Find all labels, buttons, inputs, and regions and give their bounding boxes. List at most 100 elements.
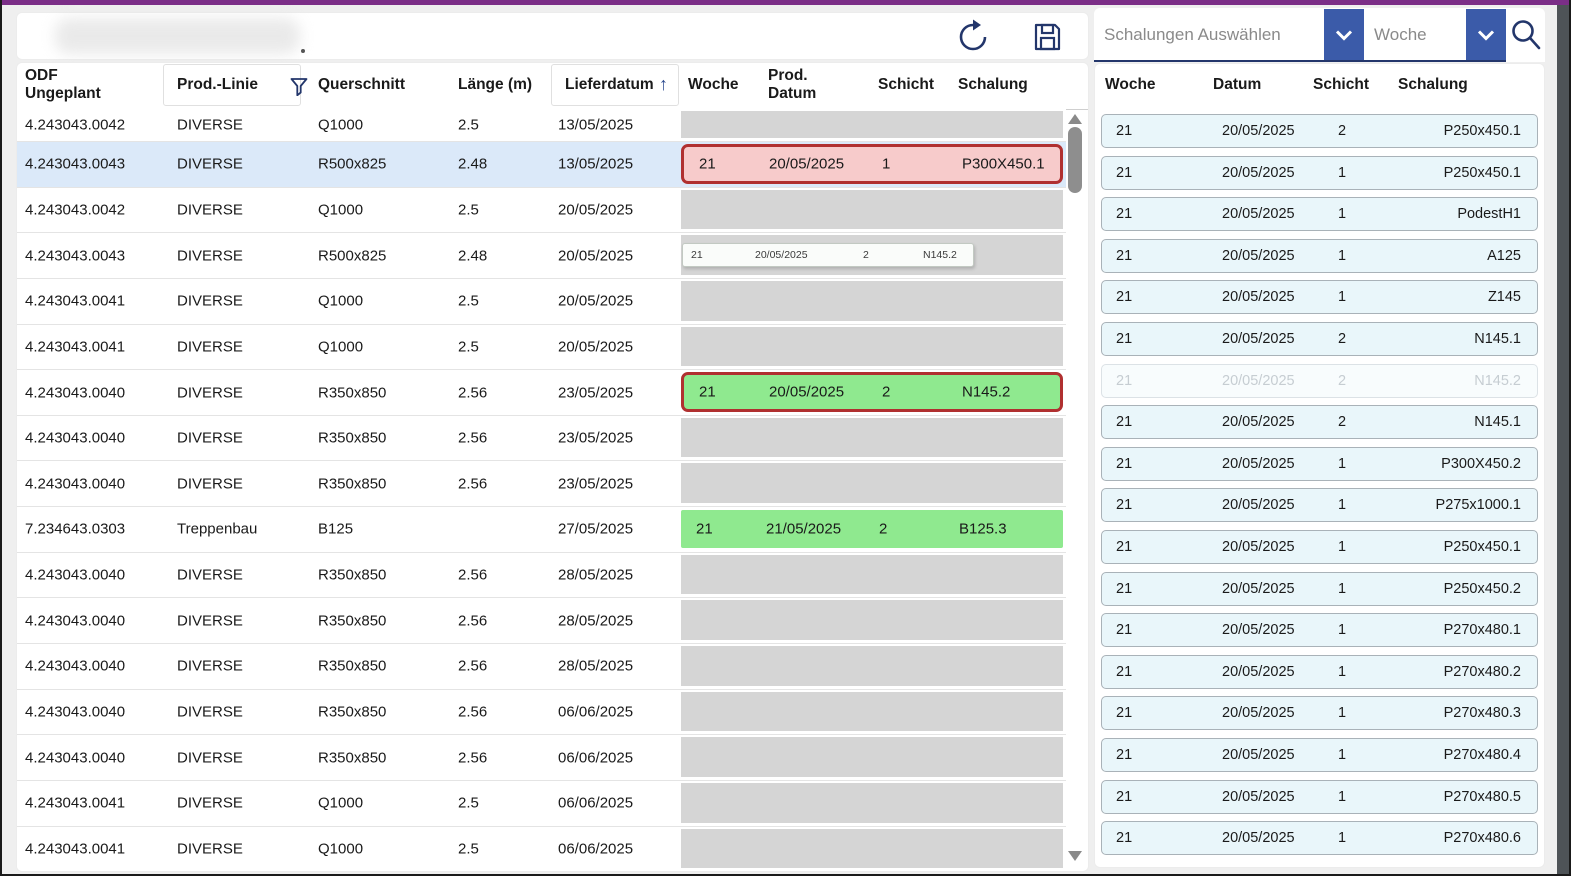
card-datum: 20/05/2025 [1222,247,1295,264]
col-header-lieferdatum[interactable]: Lieferdatum [565,76,654,94]
col-header-prod-linie[interactable]: Prod.-Linie [177,76,258,94]
planned-schalung-card[interactable]: 21 20/05/2025 1 P250x450.1 [1101,529,1538,564]
plan-cell[interactable] [681,111,1063,138]
table-row[interactable]: 4.243043.0041 DIVERSE Q1000 2.5 20/05/20… [17,324,1066,371]
plan-cell[interactable] [681,782,1063,823]
left-table-scrollbar[interactable] [1065,109,1085,871]
woche-dropdown-button[interactable] [1466,9,1506,60]
cell-odf: 4.243043.0041 [25,338,126,356]
plan-cell[interactable] [681,463,1063,504]
window-right-scrollbar-track[interactable] [1557,5,1569,874]
plan-cell[interactable] [681,737,1063,777]
table-row[interactable]: 7.234643.0303 Treppenbau B125 27/05/2025… [17,507,1066,553]
table-row[interactable]: 4.243043.0040 DIVERSE R350x850 2.56 23/0… [17,415,1066,462]
table-row[interactable]: 4.243043.0040 DIVERSE R350x850 2.56 28/0… [17,644,1066,690]
table-row[interactable]: 4.243043.0042 DIVERSE Q1000 2.5 13/05/20… [17,109,1066,142]
plan-cell[interactable] [681,828,1063,869]
planned-schalung-card[interactable]: 21 20/05/2025 2 N145.1 [1101,321,1538,356]
planned-schalung-card[interactable]: 21 20/05/2025 2 P250x450.1 [1101,114,1538,148]
table-row[interactable]: 4.243043.0042 DIVERSE Q1000 2.5 20/05/20… [17,187,1066,234]
plan-cell[interactable]: 21 21/05/2025 2 B125.3 [681,510,1063,548]
refresh-button[interactable] [955,19,991,55]
plan-woche: 21 [699,155,716,173]
col-header-datum: Datum [1213,76,1262,93]
plan-cell[interactable] [681,600,1063,641]
table-row[interactable]: 4.243043.0040 DIVERSE R350x850 2.56 28/0… [17,552,1066,599]
cell-lieferdatum: 06/06/2025 [558,703,634,721]
planned-schalung-card[interactable]: 21 20/05/2025 1 P300X450.2 [1101,446,1538,481]
plan-cell[interactable]: 21 20/05/2025 1 P300X450.1 [681,144,1063,184]
plan-datum: 21/05/2025 [766,520,842,538]
planned-schalung-card[interactable]: 21 20/05/2025 1 P270x480.1 [1101,613,1538,648]
planned-schalung-card[interactable]: 21 20/05/2025 1 P270x480.6 [1101,821,1538,856]
col-header-querschnitt: Querschnitt [318,76,405,93]
save-button[interactable] [1029,19,1065,55]
plan-schalung: N145.2 [962,383,1011,401]
left-table-header: ODF Ungeplant Prod.-Linie Querschnitt Lä… [17,63,1088,110]
scrollbar-thumb[interactable] [1068,127,1082,193]
card-schalung: P270x480.2 [1443,663,1521,680]
plan-cell[interactable] [681,326,1063,367]
card-schalung: P250x450.1 [1443,123,1521,139]
planned-schalung-card[interactable]: 21 20/05/2025 1 P270x480.2 [1101,654,1538,689]
card-schalung: P270x480.6 [1443,830,1521,847]
planned-schalung-card[interactable]: 21 20/05/2025 1 P270x480.3 [1101,696,1538,731]
table-row[interactable]: 4.243043.0040 DIVERSE R350x850 2.56 06/0… [17,689,1066,736]
planned-schalung-card[interactable]: 21 20/05/2025 1 P270x480.4 [1101,737,1538,772]
planned-schalung-card[interactable]: 21 20/05/2025 1 P250x450.1 [1101,155,1538,190]
table-row[interactable]: 4.243043.0043 DIVERSE R500x825 2.48 13/0… [17,142,1066,188]
col-header-laenge: Länge (m) [458,76,533,93]
card-woche: 21 [1116,830,1133,847]
cell-odf: 4.243043.0041 [25,840,126,858]
table-row[interactable]: 4.243043.0041 DIVERSE Q1000 2.5 20/05/20… [17,278,1066,325]
plan-cell[interactable] [681,554,1063,595]
plan-cell[interactable]: 21 20/05/2025 2 N145.2 [681,372,1063,412]
cell-lieferdatum: 13/05/2025 [558,155,634,173]
cell-prod-linie: DIVERSE [177,703,243,721]
table-row[interactable]: 4.243043.0041 DIVERSE Q1000 2.5 06/06/20… [17,780,1066,827]
planned-schalung-card[interactable]: 21 20/05/2025 1 Z145 [1101,280,1538,315]
plan-cell[interactable] [681,417,1063,458]
card-schalung: P270x480.5 [1443,788,1521,805]
cell-laenge: 2.56 [458,749,488,767]
card-woche: 21 [1116,705,1133,722]
schalungen-dropdown-button[interactable] [1324,9,1364,60]
table-row[interactable]: 4.243043.0041 DIVERSE Q1000 2.5 06/06/20… [17,826,1066,871]
table-row[interactable]: 4.243043.0040 DIVERSE R350x850 2.56 06/0… [17,735,1066,781]
card-datum: 20/05/2025 [1222,123,1295,139]
card-schicht: 1 [1338,830,1347,847]
plan-cell[interactable] [681,691,1063,732]
planned-schalung-card[interactable]: 21 20/05/2025 1 P250x450.2 [1101,571,1538,606]
left-toolbar [16,12,1089,60]
planned-schalung-card[interactable]: 21 20/05/2025 1 PodestH1 [1101,197,1538,232]
cell-laenge: 2.56 [458,566,488,584]
scroll-up-arrow-icon[interactable] [1068,114,1082,124]
card-schicht: 1 [1338,206,1347,223]
planned-schalung-card[interactable]: 21 20/05/2025 1 P275x1000.1 [1101,488,1538,523]
card-datum: 20/05/2025 [1222,372,1295,389]
plan-schicht: 1 [882,155,891,173]
woche-select[interactable]: Woche [1374,25,1427,45]
planned-schalung-card[interactable]: 21 20/05/2025 1 P270x480.5 [1101,779,1538,814]
cell-querschnitt: Q1000 [318,840,364,858]
scroll-down-arrow-icon[interactable] [1068,851,1082,861]
search-button[interactable] [1508,16,1544,54]
sort-ascending-icon[interactable]: ↑ [659,74,668,95]
card-schalung: P270x480.3 [1443,705,1521,722]
schalungen-select[interactable]: Schalungen Auswählen [1104,25,1281,45]
plan-cell[interactable] [681,280,1063,321]
plan-cell[interactable] [681,189,1063,230]
table-row[interactable]: 4.243043.0040 DIVERSE R350x850 2.56 23/0… [17,370,1066,416]
plan-cell[interactable] [681,646,1063,686]
col-header-schicht: Schicht [1313,76,1369,93]
planned-schalung-card[interactable]: 21 20/05/2025 1 A125 [1101,238,1538,273]
planned-schalung-card[interactable]: 21 20/05/2025 2 N145.2 [1101,363,1538,398]
table-row[interactable]: 4.243043.0043 DIVERSE R500x825 2.48 20/0… [17,233,1066,279]
card-schalung: P275x1000.1 [1435,497,1521,514]
table-row[interactable]: 4.243043.0040 DIVERSE R350x850 2.56 23/0… [17,461,1066,508]
chevron-down-icon [1330,21,1358,49]
filter-icon[interactable] [289,76,309,96]
card-datum: 20/05/2025 [1222,455,1295,472]
planned-schalung-card[interactable]: 21 20/05/2025 2 N145.1 [1101,405,1538,440]
table-row[interactable]: 4.243043.0040 DIVERSE R350x850 2.56 28/0… [17,598,1066,645]
